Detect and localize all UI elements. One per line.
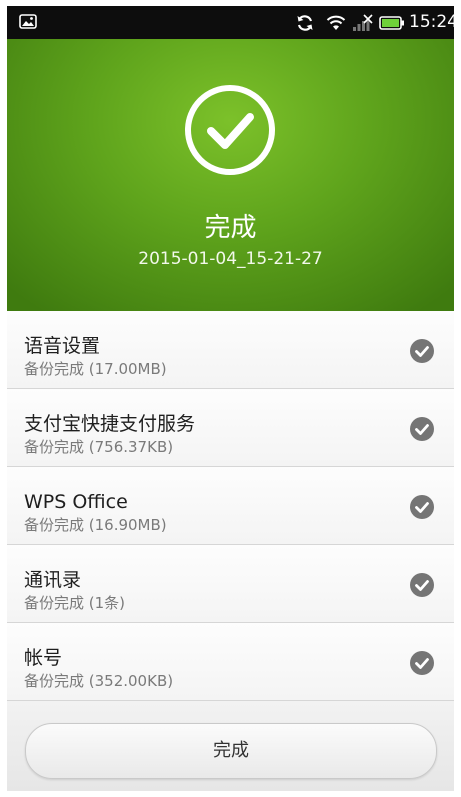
list-item-contacts[interactable]: 通讯录 备份完成 (1条) — [7, 545, 454, 623]
list-item-alipay[interactable]: 支付宝快捷支付服务 备份完成 (756.37KB) — [7, 389, 454, 467]
backup-item-list: 语音设置 备份完成 (17.00MB) 支付宝快捷支付服务 备份完成 (756.… — [7, 311, 454, 701]
item-status: 备份完成 (756.37KB) — [24, 438, 174, 456]
check-icon — [410, 651, 434, 675]
backup-timestamp: 2015-01-04_15-21-27 — [138, 249, 323, 269]
item-status: 备份完成 (17.00MB) — [24, 360, 167, 378]
item-title: 通讯录 — [24, 569, 82, 591]
item-status: 备份完成 (352.00KB) — [24, 672, 174, 690]
check-icon — [410, 417, 434, 441]
check-icon — [410, 573, 434, 597]
signal-icon — [353, 14, 373, 31]
check-icon — [410, 495, 434, 519]
backup-complete-header: 完成 2015-01-04_15-21-27 — [7, 39, 454, 311]
screen: 15:24 完成 2015-01-04_15-21-27 语音设置 备份完成 (… — [7, 6, 454, 791]
battery-icon — [379, 16, 404, 30]
image-icon — [19, 14, 37, 29]
item-title: 语音设置 — [24, 335, 101, 357]
item-status: 备份完成 (16.90MB) — [24, 516, 167, 534]
item-title: WPS Office — [24, 491, 128, 513]
sync-icon — [297, 15, 313, 31]
item-status: 备份完成 (1条) — [24, 594, 126, 612]
page-title: 完成 — [204, 213, 257, 243]
wifi-icon — [326, 15, 346, 30]
item-title: 支付宝快捷支付服务 — [24, 413, 196, 435]
list-item-wps-office[interactable]: WPS Office 备份完成 (16.90MB) — [7, 467, 454, 545]
list-item-voice-settings[interactable]: 语音设置 备份完成 (17.00MB) — [7, 311, 454, 389]
done-button[interactable]: 完成 — [25, 723, 437, 779]
bottom-action-bar: 完成 — [7, 701, 454, 791]
item-title: 帐号 — [24, 647, 63, 669]
status-bar: 15:24 — [7, 6, 454, 39]
list-item-accounts[interactable]: 帐号 备份完成 (352.00KB) — [7, 623, 454, 701]
check-icon — [410, 339, 434, 363]
check-circle-icon — [185, 85, 275, 175]
status-time: 15:24 — [409, 12, 454, 32]
